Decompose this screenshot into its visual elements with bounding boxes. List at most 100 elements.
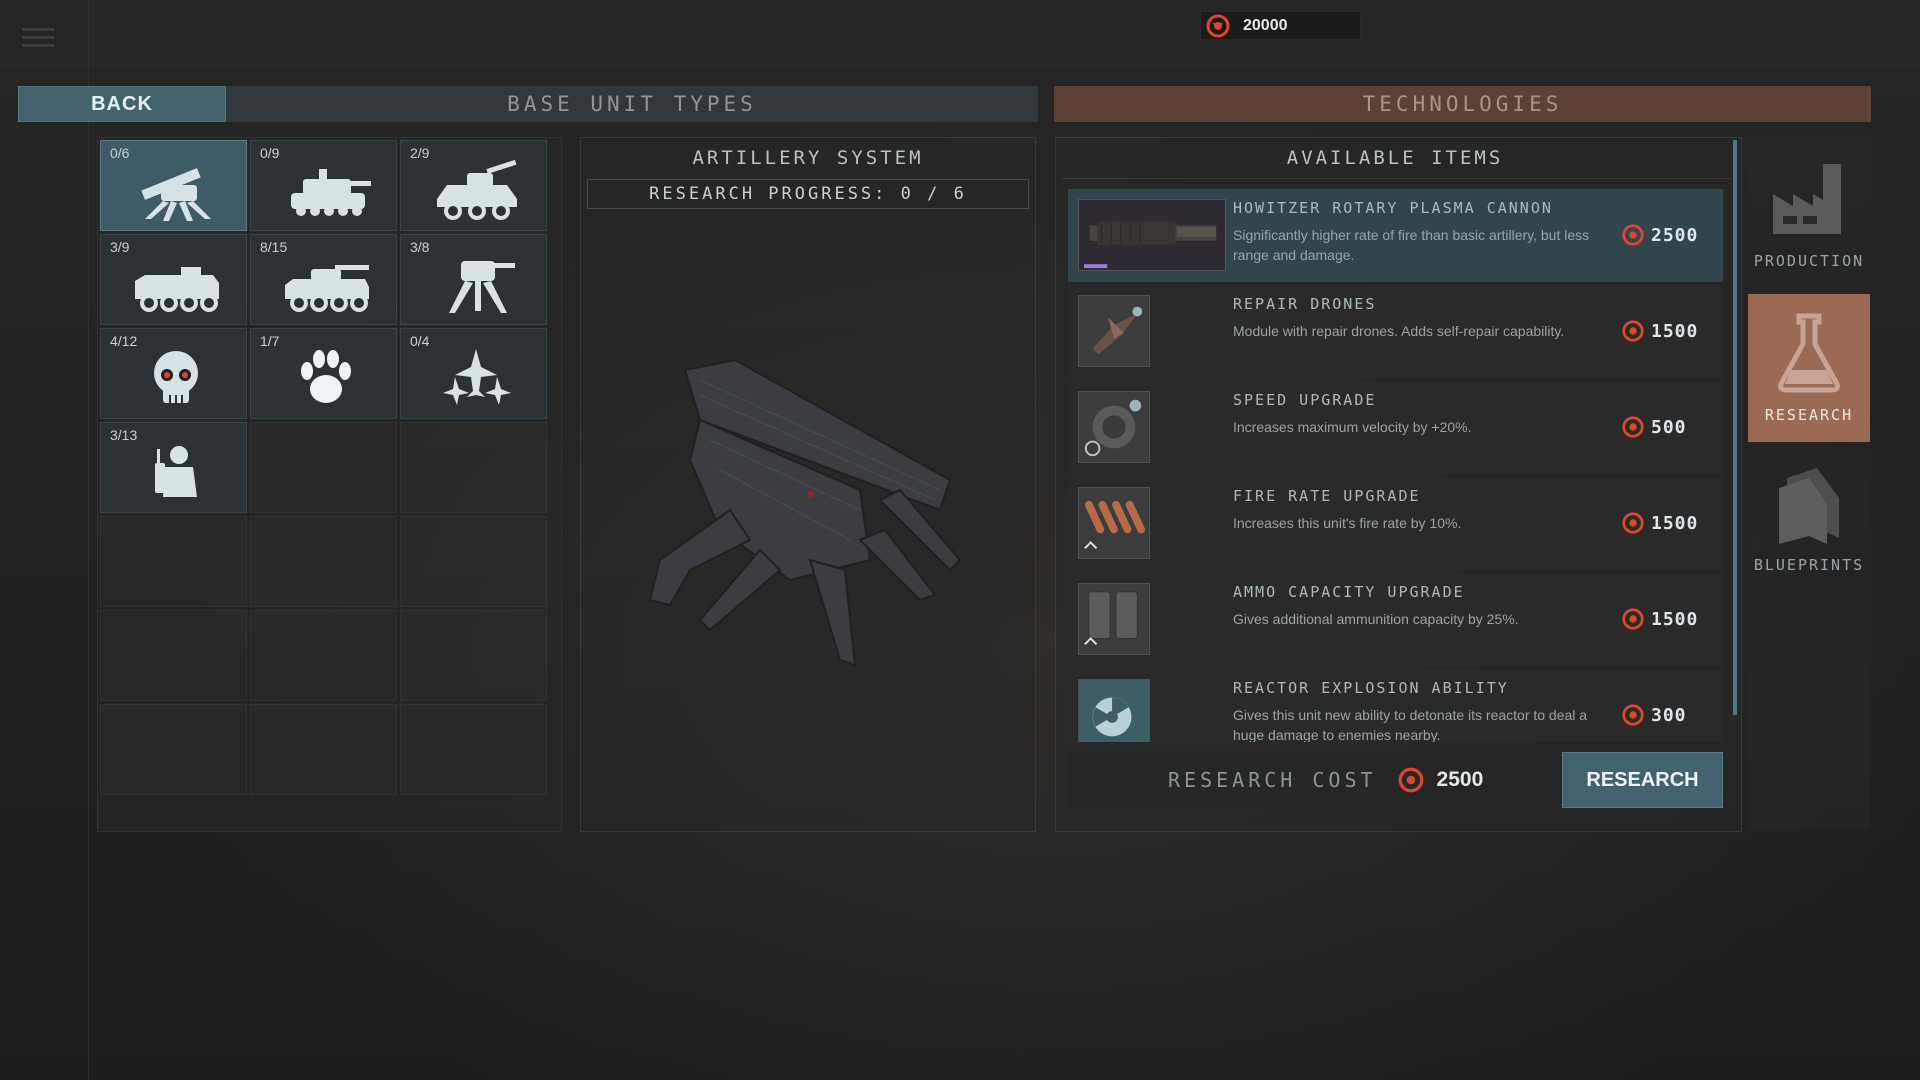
tech-list: HOWITZER ROTARY PLASMA CANNON Significan… <box>1068 189 1723 742</box>
tech-description: Significantly higher rate of fire than b… <box>1233 227 1590 263</box>
unit-slot-empty <box>400 516 547 607</box>
research-cost-bar: RESEARCH COST 2500 <box>1068 752 1563 808</box>
speed-upgrade-icon <box>1078 391 1150 463</box>
tech-cost: 1500 <box>1621 511 1698 535</box>
tab-blueprints[interactable]: BLUEPRINTS <box>1748 444 1870 592</box>
tech-name: FIRE RATE UPGRADE <box>1233 487 1421 505</box>
tab-label: BLUEPRINTS <box>1753 556 1865 574</box>
left-rail <box>0 0 89 1080</box>
unit-title: ARTILLERY SYSTEM <box>692 147 924 169</box>
unit-slot-empty <box>400 422 547 513</box>
tech-name: AMMO CAPACITY UPGRADE <box>1233 583 1465 601</box>
unit-cell-paw[interactable]: 1/7 <box>250 328 397 419</box>
skull-icon <box>121 341 231 413</box>
credit-icon <box>1621 607 1645 631</box>
top-bar <box>0 0 1920 66</box>
apc-icon <box>121 247 231 319</box>
unit-cell-8wheel-tank[interactable]: 8/15 <box>250 234 397 325</box>
flask-icon <box>1767 308 1851 398</box>
unit-grid: 0/6 0/9 2/9 3/9 8/15 3/8 4/12 1/7 0/4 3/… <box>100 140 547 795</box>
tab-label: PRODUCTION <box>1753 252 1865 270</box>
unit-cell-heavy-tank[interactable]: 0/9 <box>250 140 397 231</box>
tech-item[interactable]: SPEED UPGRADE Increases maximum velocity… <box>1068 381 1723 474</box>
tech-name: SPEED UPGRADE <box>1233 391 1377 409</box>
tech-description: Gives this unit new ability to detonate … <box>1233 707 1588 742</box>
tech-description: Increases this unit's fire rate by 10%. <box>1233 515 1462 531</box>
unit-slot-empty <box>250 422 397 513</box>
tech-cost-value: 1500 <box>1651 320 1699 342</box>
tech-cost-value: 1500 <box>1651 608 1699 630</box>
credit-icon <box>1621 703 1645 727</box>
base-unit-types-header: BASE UNIT TYPES <box>226 86 1038 122</box>
tech-name: REACTOR EXPLOSION ABILITY <box>1233 679 1509 697</box>
research-button[interactable]: RESEARCH <box>1562 752 1723 808</box>
unit-slot-empty <box>400 704 547 795</box>
side-tabs: PRODUCTION RESEARCH BLUEPRINTS <box>1748 140 1870 830</box>
unit-slot-empty <box>250 704 397 795</box>
divider <box>1062 178 1730 179</box>
bullets-icon <box>1078 487 1150 559</box>
tech-cost: 500 <box>1621 415 1687 439</box>
blueprints-icon <box>1767 458 1851 548</box>
tab-research[interactable]: RESEARCH <box>1748 294 1870 442</box>
plasma-cannon-icon <box>1078 199 1226 271</box>
tank-8wheel-icon <box>271 247 381 319</box>
paw-icon <box>271 341 381 413</box>
factory-icon <box>1767 154 1851 244</box>
artillery-walker-icon <box>121 153 231 225</box>
armored-car-icon <box>421 153 531 225</box>
tech-description: Increases maximum velocity by +20%. <box>1233 419 1472 435</box>
tech-item[interactable]: REACTOR EXPLOSION ABILITY Gives this uni… <box>1068 669 1723 742</box>
unit-cell-armored-car[interactable]: 2/9 <box>400 140 547 231</box>
tech-cost-value: 500 <box>1651 416 1687 438</box>
tech-list-scrollbar[interactable] <box>1733 140 1737 715</box>
unit-cell-artillery[interactable]: 0/6 <box>100 140 247 231</box>
unit-cell-apc[interactable]: 3/9 <box>100 234 247 325</box>
research-cost-value: 2500 <box>1436 768 1484 791</box>
credit-icon <box>1621 415 1645 439</box>
tech-cost-value: 2500 <box>1651 224 1699 246</box>
tech-item[interactable]: FIRE RATE UPGRADE Increases this unit's … <box>1068 477 1723 570</box>
tech-cost: 300 <box>1621 703 1687 727</box>
research-cost-label: RESEARCH COST <box>1168 768 1377 792</box>
repair-drone-icon <box>1078 295 1150 367</box>
walker-mech-icon <box>421 247 531 319</box>
research-progress: RESEARCH PROGRESS: 0 / 6 <box>587 179 1029 209</box>
heavy-tank-icon <box>271 153 381 225</box>
tab-label: RESEARCH <box>1764 406 1854 424</box>
unit-cell-soldier[interactable]: 3/13 <box>100 422 247 513</box>
tech-description: Module with repair drones. Adds self-rep… <box>1233 323 1565 339</box>
back-button[interactable]: BACK <box>18 86 226 122</box>
credit-icon <box>1621 511 1645 535</box>
menu-icon[interactable] <box>22 28 54 50</box>
technologies-header: TECHNOLOGIES <box>1054 86 1871 122</box>
credits-value: 20000 <box>1243 16 1288 34</box>
unit-cell-jets[interactable]: 0/4 <box>400 328 547 419</box>
jets-icon <box>421 341 531 413</box>
credit-icon <box>1621 319 1645 343</box>
unit-slot-empty <box>100 610 247 701</box>
tech-cost: 1500 <box>1621 319 1698 343</box>
soldier-icon <box>121 435 231 507</box>
unit-cell-skull[interactable]: 4/12 <box>100 328 247 419</box>
tech-cost-value: 1500 <box>1651 512 1699 534</box>
tech-item[interactable]: HOWITZER ROTARY PLASMA CANNON Significan… <box>1068 189 1723 282</box>
credit-icon <box>1205 13 1231 39</box>
unit-cell-walker[interactable]: 3/8 <box>400 234 547 325</box>
tech-item[interactable]: AMMO CAPACITY UPGRADE Gives additional a… <box>1068 573 1723 666</box>
unit-slot-empty <box>100 704 247 795</box>
tech-cost: 1500 <box>1621 607 1698 631</box>
tech-name: HOWITZER ROTARY PLASMA CANNON <box>1233 199 1553 217</box>
unit-slot-empty <box>400 610 547 701</box>
unit-slot-empty <box>250 610 397 701</box>
unit-slot-empty <box>250 516 397 607</box>
credit-icon <box>1621 223 1645 247</box>
tab-production[interactable]: PRODUCTION <box>1748 140 1870 288</box>
credits-display: 20000 <box>1200 11 1361 40</box>
credit-icon <box>1397 766 1425 794</box>
tech-item[interactable]: REPAIR DRONES Module with repair drones.… <box>1068 285 1723 378</box>
tech-cost: 2500 <box>1621 223 1698 247</box>
reactor-icon <box>1078 679 1150 742</box>
unit-model-preview[interactable] <box>640 358 970 670</box>
ammo-icon <box>1078 583 1150 655</box>
